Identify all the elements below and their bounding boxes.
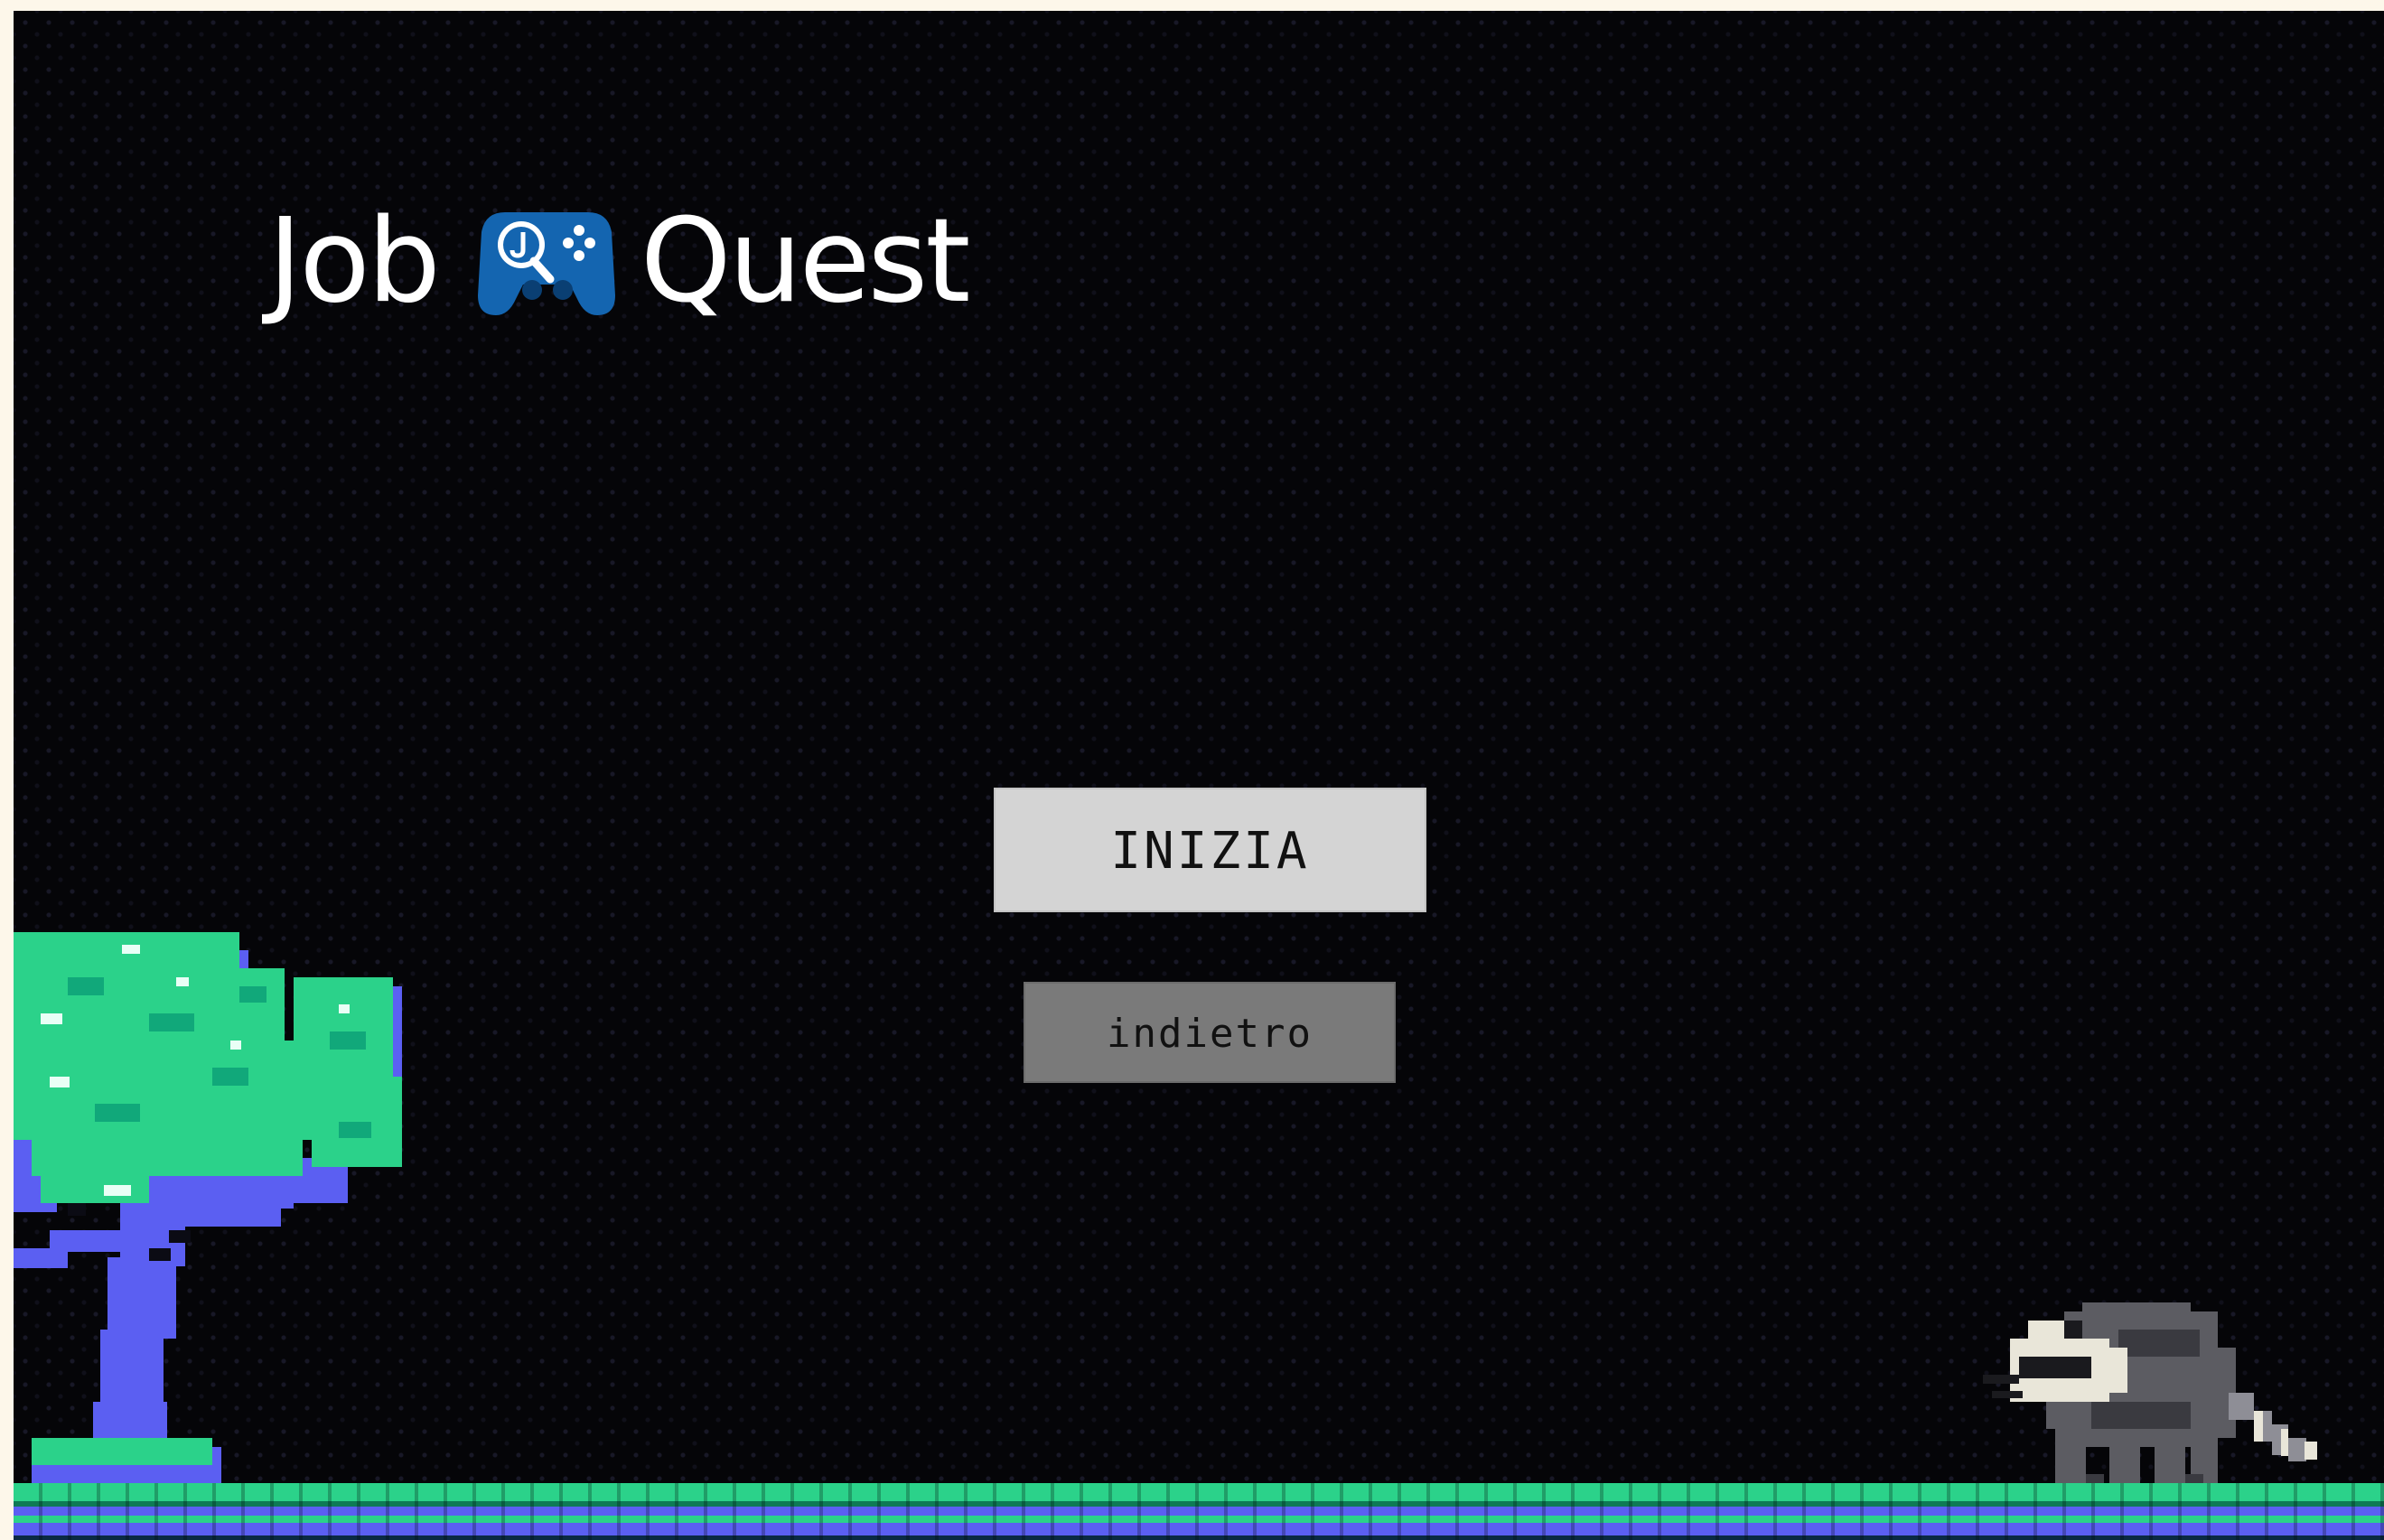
title-word-left: Job	[267, 193, 441, 329]
title-word-right: Quest	[640, 193, 970, 329]
back-button[interactable]: indietro	[1024, 982, 1396, 1083]
game-title: Job Quest	[14, 187, 1222, 330]
raccoon-character	[1983, 1302, 2317, 1492]
pixel-tree	[14, 932, 402, 1483]
ground-tiles	[14, 1483, 2384, 1540]
gamepad-magnifier-icon	[477, 205, 615, 319]
start-button[interactable]: INIZIA	[994, 788, 1426, 912]
game-stage: Job Quest INIZIA indietro	[14, 11, 2384, 1540]
